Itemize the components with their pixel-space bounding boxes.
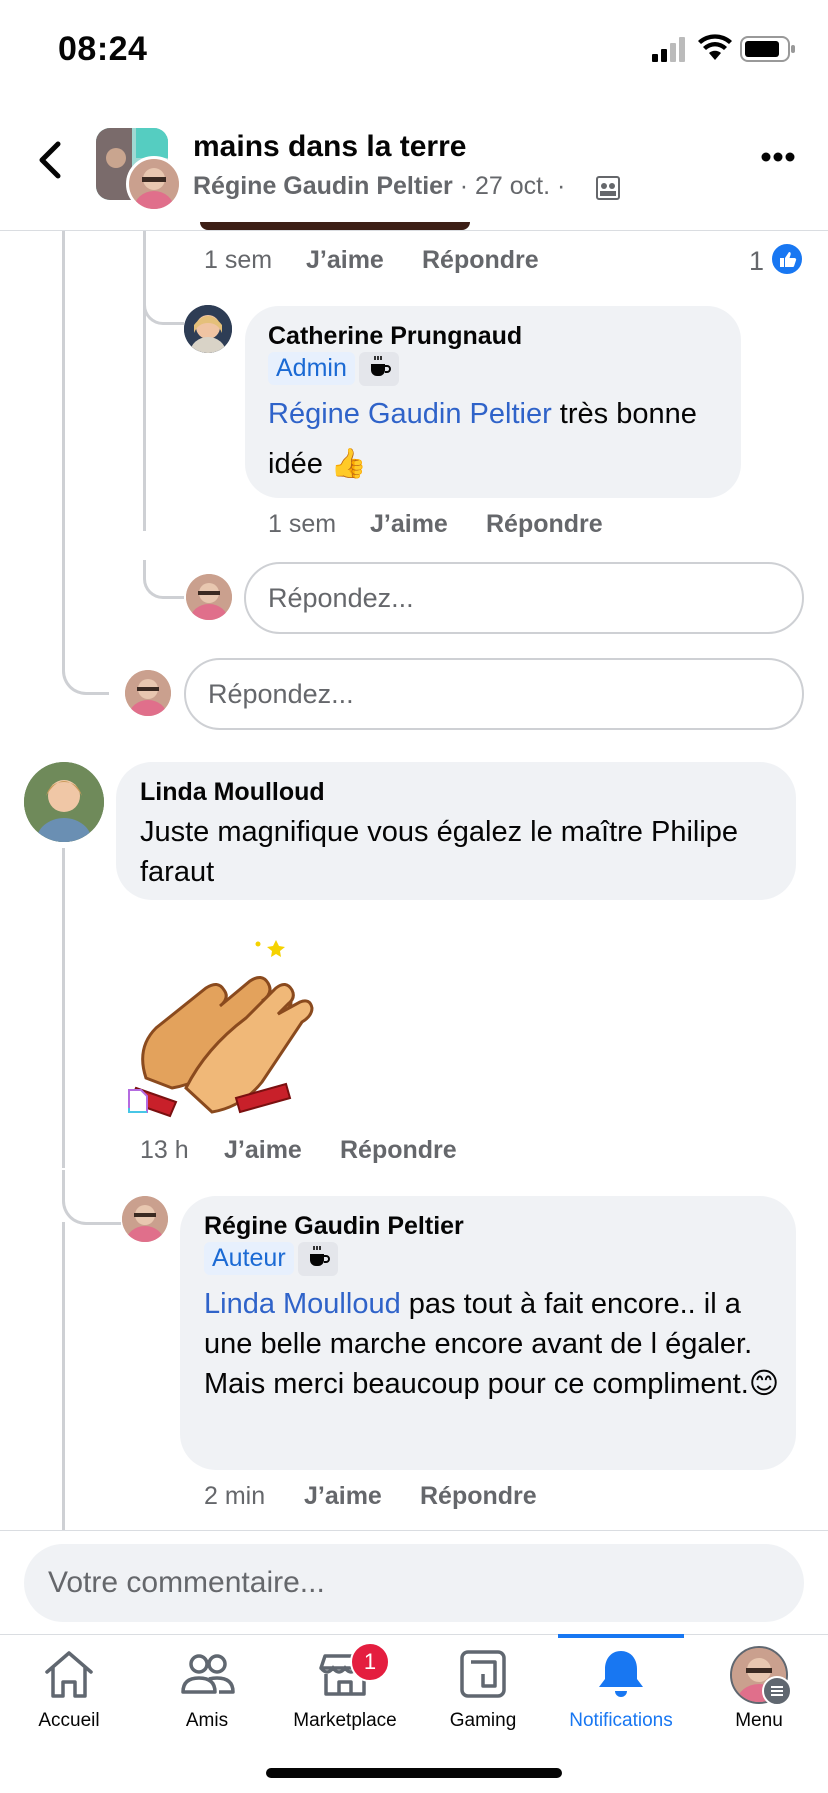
back-button[interactable] xyxy=(30,138,70,182)
comment-time: 13 h xyxy=(140,1136,189,1164)
reply-button[interactable]: Répondre xyxy=(420,1482,537,1511)
coffee-badge-icon[interactable] xyxy=(359,352,400,386)
avatar[interactable] xyxy=(122,1196,168,1242)
reaction-count[interactable]: 1 xyxy=(749,246,764,277)
author-avatar[interactable] xyxy=(126,156,182,212)
comment-badges: Auteur xyxy=(204,1242,339,1276)
author-badge[interactable]: Auteur xyxy=(204,1242,294,1275)
group-privacy-icon xyxy=(596,176,620,205)
reply-input[interactable]: Répondez... xyxy=(184,658,804,730)
comment-time: 1 sem xyxy=(204,246,273,274)
comment-composer-input[interactable]: Votre commentaire... xyxy=(24,1544,804,1622)
thread-curve xyxy=(143,290,184,325)
reply-button[interactable]: Répondre xyxy=(486,510,603,539)
like-reaction-icon xyxy=(770,242,804,281)
comment-time: 2 min xyxy=(204,1482,266,1510)
like-button[interactable]: J’aime xyxy=(224,1136,302,1165)
comment-author[interactable]: Catherine Prungnaud xyxy=(268,322,522,351)
smile-emoji: 😊 xyxy=(748,1368,780,1400)
tab-label: Marketplace xyxy=(293,1710,397,1731)
tab-menu[interactable] xyxy=(690,1646,828,1706)
clapping-hands-sticker[interactable] xyxy=(126,928,326,1118)
home-icon xyxy=(45,1651,93,1698)
thread-curve xyxy=(62,640,109,695)
like-button[interactable]: J’aime xyxy=(370,510,448,539)
like-button[interactable]: J’aime xyxy=(304,1482,382,1511)
reply-button[interactable]: Répondre xyxy=(340,1136,457,1165)
tab-accueil[interactable] xyxy=(0,1648,138,1705)
tab-gaming[interactable] xyxy=(414,1648,552,1705)
active-tab-indicator xyxy=(558,1634,684,1638)
post-meta: Régine Gaudin Peltier · 27 oct. · xyxy=(193,172,565,201)
tab-label: Notifications xyxy=(569,1710,673,1731)
home-indicator xyxy=(266,1768,562,1778)
tab-label: Gaming xyxy=(449,1710,517,1731)
post-author[interactable]: Régine Gaudin Peltier xyxy=(193,172,453,200)
reply-input[interactable]: Répondez... xyxy=(244,562,804,634)
group-title[interactable]: mains dans la terre xyxy=(193,130,466,164)
coffee-badge-icon[interactable] xyxy=(298,1242,339,1276)
tab-label: Amis xyxy=(185,1710,229,1731)
tab-label: Accueil xyxy=(38,1710,100,1731)
gaming-icon xyxy=(460,1650,506,1698)
comment-text: Juste magnifique vous égalez le maître P… xyxy=(140,816,739,888)
mention-link[interactable]: Régine Gaudin Peltier xyxy=(268,398,552,430)
comment-time: 1 sem xyxy=(268,510,337,538)
comment-author[interactable]: Linda Moulloud xyxy=(140,778,325,807)
post-date: · 27 oct. · xyxy=(452,172,566,200)
thumbs-up-emoji: 👍 xyxy=(330,448,367,480)
marketplace-badge: 1 xyxy=(350,1642,390,1682)
tab-marketplace[interactable] xyxy=(276,1648,414,1705)
signal-icon xyxy=(652,36,692,67)
thread-line xyxy=(62,848,65,1168)
battery-icon xyxy=(740,36,796,67)
like-button[interactable]: J’aime xyxy=(306,246,384,275)
bell-icon xyxy=(599,1651,643,1697)
tab-amis[interactable] xyxy=(138,1648,276,1705)
avatar xyxy=(186,574,232,620)
avatar xyxy=(125,670,171,716)
thread-line xyxy=(62,231,65,661)
comment-author[interactable]: Régine Gaudin Peltier xyxy=(204,1212,464,1241)
comment-badges: Admin xyxy=(268,352,400,386)
thread-curve xyxy=(143,560,184,599)
mention-link[interactable]: Linda Moulloud xyxy=(204,1288,401,1320)
admin-badge[interactable]: Admin xyxy=(268,352,355,385)
comment-text: Régine Gaudin Peltier très bonne xyxy=(268,398,697,430)
tab-notifications[interactable] xyxy=(552,1648,690,1705)
status-time: 08:24 xyxy=(58,30,148,68)
wifi-icon xyxy=(697,34,733,67)
reply-button[interactable]: Répondre xyxy=(422,246,539,275)
comment-text: Linda Moulloud pas tout à fait encore.. … xyxy=(204,1288,780,1400)
avatar[interactable] xyxy=(24,762,104,842)
friends-icon xyxy=(181,1654,235,1694)
menu-hamburger-icon xyxy=(762,1676,792,1706)
tab-label: Menu xyxy=(735,1710,783,1731)
avatar[interactable] xyxy=(184,305,232,353)
more-options-icon[interactable] xyxy=(760,150,796,168)
comment-image-edge xyxy=(200,222,470,230)
thread-curve xyxy=(62,1170,121,1225)
comment-text-line2: idée 👍 xyxy=(268,448,367,480)
thread-line xyxy=(143,231,146,531)
sticker-icon xyxy=(126,1088,150,1119)
